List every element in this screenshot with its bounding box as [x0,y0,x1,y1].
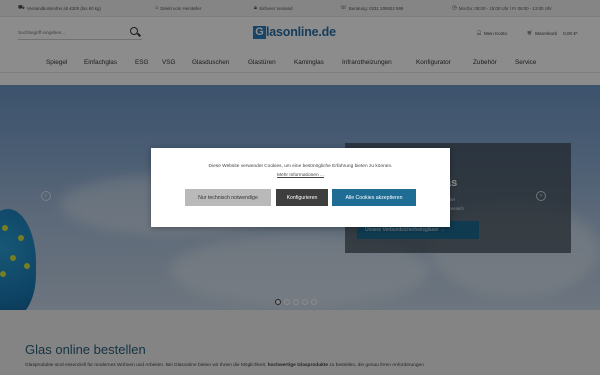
cookie-consent-dialog: Diese Website verwendet Cookies, um eine… [151,148,450,227]
cookie-configure-button[interactable]: Konfigurieren [276,189,328,206]
cookie-more-info-link[interactable]: Mehr Informationen ... [151,173,450,178]
cookie-message: Diese Website verwendet Cookies, um eine… [208,164,393,169]
cookie-accept-all-button[interactable]: Alle Cookies akzeptieren [332,189,416,206]
cookie-necessary-only-button[interactable]: Nur technisch notwendige [185,189,271,206]
